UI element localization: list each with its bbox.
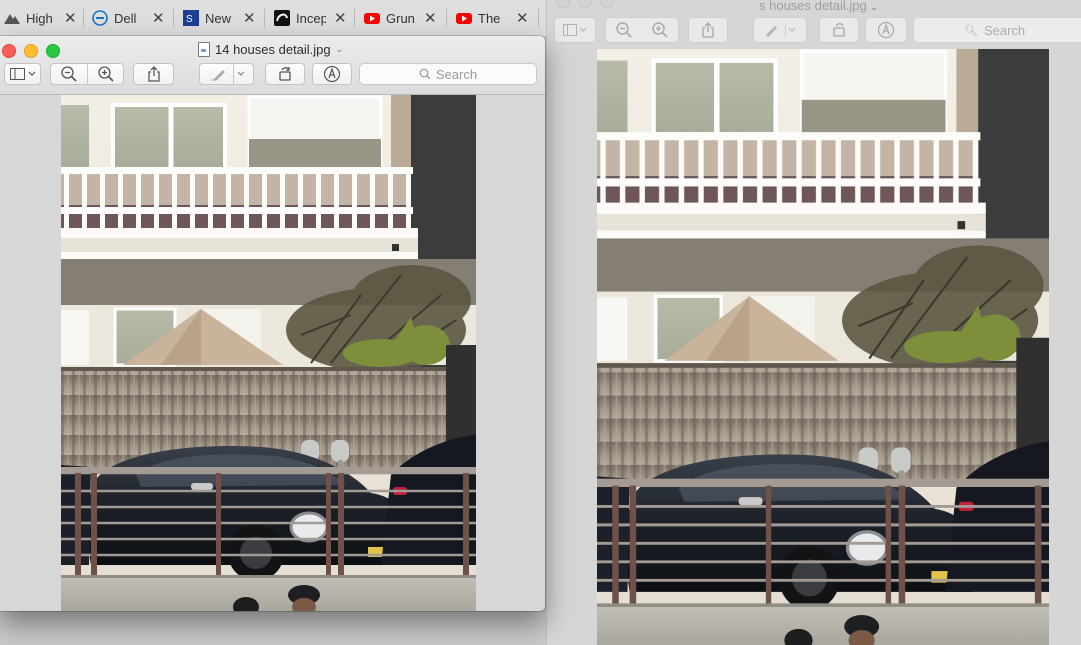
browser-tab[interactable]: S New ✕ — [183, 0, 256, 36]
browser-tab[interactable]: High ✕ — [4, 0, 77, 36]
window-titlebar: s houses detail.jpg ⌄ — [547, 0, 1081, 13]
window-header: 14 houses detail.jpg ⌄ Search — [0, 36, 545, 95]
zoom-in-icon[interactable] — [651, 21, 669, 39]
window-title: 14 houses detail.jpg ⌄ — [198, 42, 343, 57]
search-field[interactable]: 🔍︎ Search — [913, 17, 1081, 43]
tab-close-icon[interactable]: ✕ — [64, 9, 77, 27]
image-view[interactable] — [61, 95, 476, 611]
preview-window[interactable]: 14 houses detail.jpg ⌄ Search — [0, 36, 545, 611]
search-icon — [419, 68, 431, 80]
tab-close-icon[interactable]: ✕ — [152, 9, 165, 27]
sidebar-toggle-button[interactable] — [4, 63, 41, 85]
zoom-out-icon[interactable] — [60, 65, 78, 83]
window-title-text: s houses detail.jpg — [759, 0, 867, 13]
close-window-button[interactable] — [2, 44, 16, 58]
rotate-button[interactable] — [819, 17, 859, 43]
chevron-down-icon[interactable]: ⌄ — [870, 2, 878, 12]
image-view[interactable] — [597, 49, 1049, 645]
browser-tab[interactable]: Grun ✕ — [364, 0, 437, 36]
share-button[interactable] — [688, 17, 728, 43]
tab-title: Dell — [114, 10, 137, 26]
tab-title: New — [205, 10, 232, 26]
share-button[interactable] — [133, 63, 174, 85]
markup-circle-icon — [323, 65, 341, 83]
tab-title: Grun — [386, 10, 415, 26]
browser-tab[interactable]: Dell ✕ — [92, 0, 165, 36]
youtube-icon — [364, 13, 380, 24]
rotate-button[interactable] — [265, 63, 305, 85]
pen-icon — [210, 70, 244, 81]
browser-tab-strip: High ✕ Dell ✕ S New ✕ Incep ✕ Grun ✕ The… — [0, 0, 546, 37]
app-logo-icon — [274, 10, 290, 26]
zoom-window-button[interactable] — [600, 0, 614, 8]
search-placeholder: Search — [983, 22, 1026, 38]
zoom-controls — [50, 63, 124, 85]
news-logo-icon: S — [183, 10, 199, 26]
chevron-down-icon[interactable]: ⌄ — [336, 44, 344, 55]
tab-close-icon[interactable]: ✕ — [243, 9, 256, 27]
preview-window-background[interactable]: s houses detail.jpg ⌄ 🔍︎ Search — [546, 0, 1081, 645]
sidebar-icon — [9, 68, 35, 80]
zoom-window-button[interactable] — [46, 44, 60, 58]
markup-button[interactable] — [753, 17, 807, 43]
search-placeholder: Search — [435, 66, 478, 82]
zoom-controls — [605, 17, 679, 43]
annotate-button[interactable] — [865, 17, 907, 43]
share-icon — [702, 22, 714, 38]
house-photo — [597, 49, 1049, 645]
share-icon — [147, 66, 160, 82]
image-document-icon — [198, 42, 210, 57]
search-field[interactable]: Search — [359, 63, 537, 85]
pen-icon — [766, 23, 796, 37]
search-icon: 🔍︎ — [964, 24, 978, 37]
house-photo — [61, 95, 476, 611]
browser-tab[interactable]: The ✕ — [456, 0, 529, 36]
annotate-button[interactable] — [312, 63, 352, 85]
tab-close-icon[interactable]: ✕ — [424, 9, 437, 27]
tab-title: Incep — [296, 10, 326, 26]
zoom-in-icon[interactable] — [97, 65, 115, 83]
tab-close-icon[interactable]: ✕ — [516, 9, 529, 27]
mountain-icon — [4, 14, 20, 24]
rotate-icon — [833, 23, 845, 37]
close-window-button[interactable] — [556, 0, 570, 8]
minimize-window-button[interactable] — [578, 0, 592, 8]
tab-title: High — [26, 10, 53, 26]
rotate-icon — [279, 67, 291, 81]
minimize-window-button[interactable] — [24, 44, 38, 58]
markup-circle-icon — [877, 21, 895, 39]
zoom-out-icon[interactable] — [615, 21, 633, 39]
sidebar-toggle-button[interactable] — [554, 17, 596, 43]
window-title: s houses detail.jpg ⌄ — [759, 0, 878, 13]
svg-text:S: S — [186, 14, 193, 25]
toolbar: 🔍︎ Search — [547, 17, 1081, 45]
sidebar-icon — [563, 24, 587, 36]
dell-logo-icon — [92, 10, 108, 26]
browser-tab[interactable]: Incep ✕ — [274, 0, 347, 36]
window-title-text: 14 houses detail.jpg — [215, 42, 331, 57]
tab-title: The — [478, 10, 501, 26]
youtube-icon — [456, 13, 472, 24]
markup-button[interactable] — [199, 63, 254, 85]
tab-close-icon[interactable]: ✕ — [334, 9, 347, 27]
